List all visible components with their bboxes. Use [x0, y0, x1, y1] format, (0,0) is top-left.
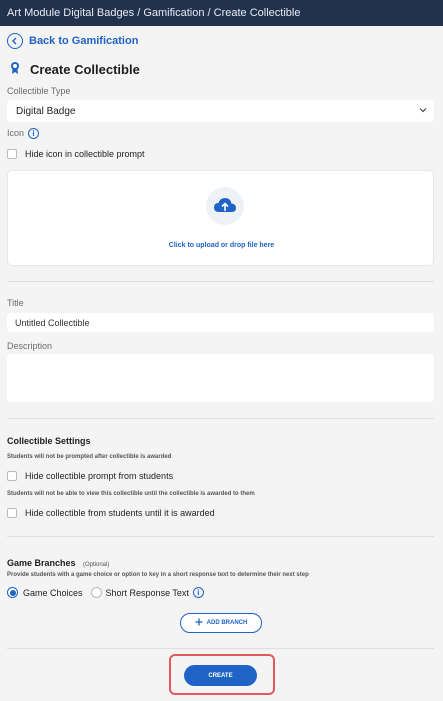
add-branch-button[interactable]: ADD BRANCH — [180, 613, 262, 633]
collectible-type-select[interactable]: Digital Badge — [7, 100, 434, 122]
prompt-note: Students will not be prompted after coll… — [7, 454, 172, 460]
hide-collectible-row: Hide collectible from students until it … — [7, 508, 215, 518]
upload-instruction: Click to upload or drop file here — [168, 242, 275, 249]
title-input-value: Untitled Collectible — [15, 318, 90, 328]
chevron-down-icon — [418, 105, 428, 118]
game-branches-heading: Game Branches — [7, 558, 76, 568]
create-label: CREATE — [208, 672, 233, 679]
divider — [7, 281, 434, 282]
create-collectible-panel: Back to Gamification Create Collectible … — [0, 26, 443, 701]
game-branches-heading-row: Game Branches (Optional) — [7, 553, 109, 571]
view-note: Students will not be able to view this c… — [7, 491, 255, 497]
hide-icon-checkbox[interactable] — [7, 149, 17, 159]
divider — [7, 536, 434, 537]
game-choices-radio[interactable] — [7, 587, 18, 598]
hide-prompt-checkbox[interactable] — [7, 471, 17, 481]
game-choices-label: Game Choices — [23, 587, 83, 598]
breadcrumb-header: Art Module Digital Badges / Gamification… — [0, 0, 443, 26]
plus-icon — [195, 618, 203, 628]
breadcrumb: Art Module Digital Badges / Gamification… — [7, 7, 301, 19]
page-title: Create Collectible — [30, 62, 140, 77]
divider — [7, 648, 434, 649]
title-input[interactable]: Untitled Collectible — [7, 313, 434, 332]
description-textarea[interactable] — [7, 354, 434, 402]
hide-icon-row: Hide icon in collectible prompt — [7, 149, 145, 159]
description-label: Description — [7, 341, 53, 351]
branch-type-radio-group: Game Choices Short Response Text i — [7, 587, 204, 598]
icon-label-row: Icon i — [7, 128, 40, 140]
short-response-radio[interactable] — [90, 587, 102, 598]
create-button[interactable]: CREATE — [184, 665, 257, 686]
hide-collectible-checkbox[interactable] — [7, 508, 17, 518]
hide-icon-label: Hide icon in collectible prompt — [25, 149, 145, 159]
optional-tag: (Optional) — [83, 562, 110, 568]
cloud-upload-icon — [206, 187, 244, 225]
collectible-type-value: Digital Badge — [16, 106, 76, 117]
badge-icon — [9, 61, 21, 78]
add-branch-label: ADD BRANCH — [206, 620, 248, 626]
collectible-settings-heading: Collectible Settings — [7, 436, 91, 446]
chevron-left-icon — [7, 33, 23, 49]
hide-prompt-row: Hide collectible prompt from students — [7, 471, 173, 481]
page-title-row: Create Collectible — [9, 61, 140, 78]
title-label: Title — [7, 298, 24, 308]
info-icon[interactable]: i — [28, 128, 40, 140]
back-to-gamification-link[interactable]: Back to Gamification — [7, 33, 138, 49]
upload-dropzone[interactable]: Click to upload or drop file here — [7, 170, 434, 266]
collectible-type-label: Collectible Type — [7, 86, 71, 96]
divider — [7, 418, 434, 419]
branches-note: Provide students with a game choice or o… — [7, 572, 309, 578]
hide-prompt-label: Hide collectible prompt from students — [25, 471, 174, 481]
hide-collectible-label: Hide collectible from students until it … — [25, 508, 215, 518]
info-icon[interactable]: i — [192, 587, 204, 598]
icon-label: Icon — [7, 128, 25, 138]
short-response-label: Short Response Text — [105, 587, 189, 598]
back-link-label: Back to Gamification — [29, 35, 139, 47]
